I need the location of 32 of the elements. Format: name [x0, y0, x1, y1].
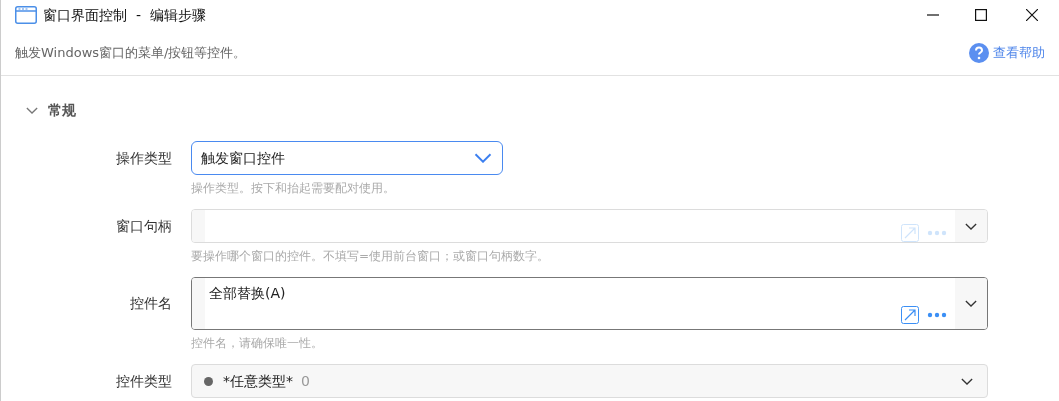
field-label: 操作类型 [115, 148, 173, 168]
operation-type-select[interactable]: 触发窗口控件 [191, 141, 503, 175]
help-link[interactable]: 查看帮助 [969, 42, 1045, 63]
type-value: *任意类型* [223, 371, 293, 391]
minimize-icon [927, 14, 939, 16]
expand-arrow-icon[interactable] [901, 306, 919, 324]
window-icon [15, 6, 37, 24]
field-hint: 控件名，请确保唯一性。 [191, 335, 324, 352]
select-value: 触发窗口控件 [201, 148, 285, 168]
chevron-down-icon [26, 107, 38, 114]
field-label: 控件名 [129, 294, 173, 313]
field-label: 窗口句柄 [115, 216, 173, 236]
step-description: 触发Windows窗口的菜单/按钮等控件。 [15, 43, 247, 62]
type-count: 0 [301, 371, 310, 391]
chevron-down-icon [965, 300, 977, 307]
combo-field[interactable]: 全部替换(A) [191, 277, 988, 330]
field-gutter [192, 210, 205, 242]
help-icon [969, 42, 989, 63]
control-type-select[interactable]: *任意类型* 0 [191, 364, 988, 398]
chevron-down-icon [965, 222, 977, 230]
section-toggle[interactable]: 常规 [26, 100, 76, 121]
field-gutter [192, 278, 205, 329]
more-icon[interactable] [927, 312, 947, 318]
field-hint: 操作类型。按下和抬起需要配对使用。 [191, 180, 396, 197]
close-icon [1026, 9, 1038, 21]
maximize-icon [975, 9, 987, 21]
chevron-down-icon [474, 153, 492, 163]
field-label: 控件类型 [115, 371, 173, 391]
field-hint: 要操作哪个窗口的控件。不填写=使用前台窗口；或窗口句柄数字。 [191, 248, 551, 265]
chevron-down-icon [961, 377, 973, 385]
field-value: 全部替换(A) [208, 284, 287, 303]
window-title: 窗口界面控制 - 编辑步骤 [43, 5, 206, 25]
